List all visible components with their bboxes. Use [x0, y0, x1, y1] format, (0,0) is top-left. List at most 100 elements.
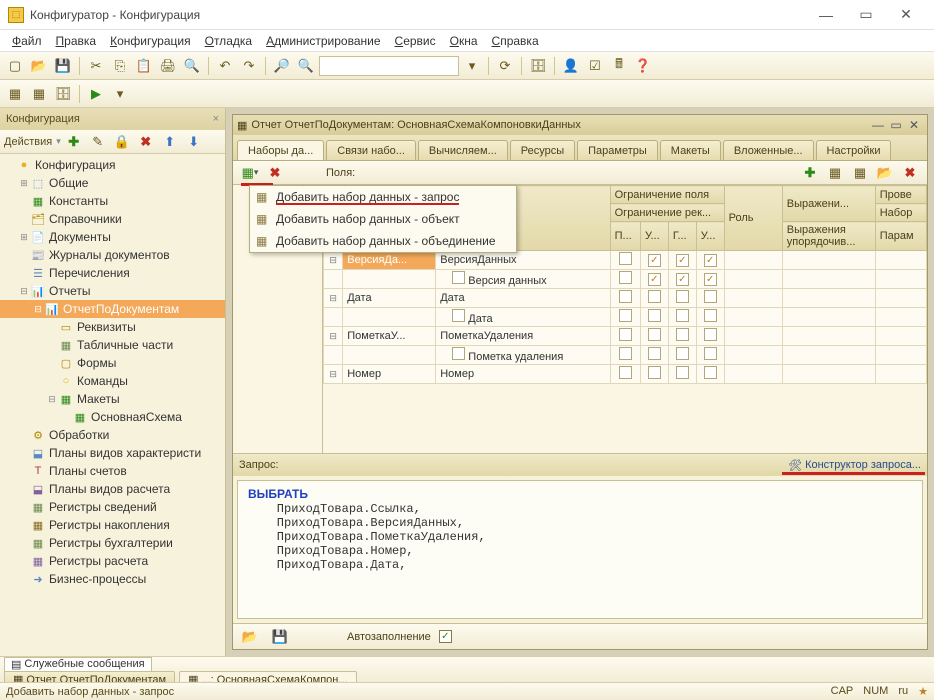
row-toggle[interactable]: ⊟	[324, 327, 343, 346]
row-name[interactable]: Дата	[343, 289, 436, 308]
tree-Табличные части[interactable]: ▦Табличные части	[0, 336, 225, 354]
chk-cell[interactable]	[696, 365, 724, 384]
run-menu-icon[interactable]: ▾	[109, 83, 131, 105]
save-icon[interactable]: 💾	[52, 55, 74, 77]
actions-label[interactable]: Действия	[4, 136, 54, 148]
chk-cell[interactable]	[610, 251, 640, 270]
syntax-icon[interactable]: ☑	[584, 55, 606, 77]
menu-Окна[interactable]: Окна	[444, 32, 484, 50]
tree-Регистры накопления[interactable]: ▦Регистры накопления	[0, 516, 225, 534]
chk-cell[interactable]	[668, 289, 696, 308]
tab-6[interactable]: Вложенные...	[723, 140, 814, 160]
tb2-2-icon[interactable]: ▦	[28, 83, 50, 105]
find-icon[interactable]: 🔍	[181, 55, 203, 77]
help-icon[interactable]: ❓	[632, 55, 654, 77]
chk-cell[interactable]	[668, 251, 696, 270]
chk-cell[interactable]	[696, 251, 724, 270]
tab-0[interactable]: Наборы да...	[237, 140, 324, 160]
tb2-1-icon[interactable]: ▦	[4, 83, 26, 105]
tab-1[interactable]: Связи набо...	[326, 140, 416, 160]
field-edit-icon[interactable]: ▦	[824, 162, 846, 184]
tree-Регистры сведений[interactable]: ▦Регистры сведений	[0, 498, 225, 516]
chk-cell[interactable]	[640, 289, 668, 308]
config-tree[interactable]: ●Конфигурация⊞⬚Общие▦Константы🗂Справочни…	[0, 154, 225, 656]
tree-Справочники[interactable]: 🗂Справочники	[0, 210, 225, 228]
chk-cell[interactable]	[610, 289, 640, 308]
user-icon[interactable]: 👤	[560, 55, 582, 77]
dropdown-icon[interactable]: ▾	[461, 55, 483, 77]
paste-icon[interactable]: 📋	[133, 55, 155, 77]
cut-icon[interactable]: ✂	[85, 55, 107, 77]
delete-icon[interactable]: ✖	[135, 131, 157, 153]
expander-icon[interactable]: ⊟	[46, 394, 58, 405]
row-disp[interactable]: ПометкаУдаления	[436, 327, 610, 346]
tree-Общие[interactable]: ⊞⬚Общие	[0, 174, 225, 192]
chk-cell[interactable]	[696, 327, 724, 346]
query-textarea[interactable]: ВЫБРАТЬ ПриходТовара.Ссылка, ПриходТовар…	[237, 480, 923, 619]
field-add-icon[interactable]: ✚	[799, 162, 821, 184]
actions-dropdown-icon[interactable]: ▾	[56, 136, 61, 147]
tree-Обработки[interactable]: ⚙Обработки	[0, 426, 225, 444]
row-disp[interactable]: Дата	[436, 289, 610, 308]
editor-max-icon[interactable]: ▭	[887, 118, 905, 132]
tree-Перечисления[interactable]: ☰Перечисления	[0, 264, 225, 282]
menu-Справка[interactable]: Справка	[486, 32, 545, 50]
chk-cell[interactable]	[640, 327, 668, 346]
tab-4[interactable]: Параметры	[577, 140, 658, 160]
row-toggle[interactable]: ⊟	[324, 365, 343, 384]
sidebar-close-icon[interactable]: ×	[213, 113, 219, 125]
tree-Команды[interactable]: ○Команды	[0, 372, 225, 390]
tree-ОсновнаяСхема[interactable]: ▦ОсновнаяСхема	[0, 408, 225, 426]
tree-ОтчетПоДокументам[interactable]: ⊟📊ОтчетПоДокументам	[0, 300, 225, 318]
row-name[interactable]: Номер	[343, 365, 436, 384]
chk-cell[interactable]	[696, 289, 724, 308]
search-input[interactable]	[319, 56, 459, 76]
row-disp[interactable]: Номер	[436, 365, 610, 384]
chk-cell[interactable]	[610, 365, 640, 384]
lock-icon[interactable]: 🔒	[111, 131, 133, 153]
open-icon[interactable]: 📂	[28, 55, 50, 77]
tab-7[interactable]: Настройки	[816, 140, 892, 160]
menu-Конфигурация[interactable]: Конфигурация	[104, 32, 197, 50]
field-folder-icon[interactable]: 📂	[874, 162, 896, 184]
expander-icon[interactable]: ⊟	[18, 286, 30, 297]
add-dataset-button[interactable]: ▦▾	[239, 162, 261, 184]
tree-Макеты[interactable]: ⊟▦Макеты	[0, 390, 225, 408]
add-icon[interactable]: ✚	[63, 131, 85, 153]
tree-Журналы документов[interactable]: 📰Журналы документов	[0, 246, 225, 264]
tree-Константы[interactable]: ▦Константы	[0, 192, 225, 210]
menu-Правка[interactable]: Правка	[50, 32, 103, 50]
close-button[interactable]: ✕	[886, 3, 926, 27]
foot-save-icon[interactable]: 💾	[269, 626, 291, 648]
tab-2[interactable]: Вычисляем...	[418, 140, 508, 160]
dd-item-2[interactable]: ▦Добавить набор данных - объединение	[250, 230, 516, 252]
row-name[interactable]: ВерсияДа...	[343, 251, 436, 270]
tab-3[interactable]: Ресурсы	[510, 140, 575, 160]
autofill-checkbox[interactable]: ✓	[439, 630, 452, 643]
redo-icon[interactable]: ↷	[238, 55, 260, 77]
query-constructor-button[interactable]: 🛠 Конструктор запроса...	[788, 459, 921, 472]
expander-icon[interactable]: ⊞	[18, 232, 30, 243]
row-toggle[interactable]: ⊟	[324, 289, 343, 308]
tree-Отчеты[interactable]: ⊟📊Отчеты	[0, 282, 225, 300]
row-sub[interactable]: Версия данных	[436, 270, 610, 289]
maximize-button[interactable]: ▭	[846, 3, 886, 27]
svc-messages-tab[interactable]: ▤ Служебные сообщения	[4, 657, 152, 672]
field-copy-icon[interactable]: ▦	[849, 162, 871, 184]
tree-Реквизиты[interactable]: ▭Реквизиты	[0, 318, 225, 336]
menu-Сервис[interactable]: Сервис	[389, 32, 442, 50]
tree-Планы счетов[interactable]: ТПланы счетов	[0, 462, 225, 480]
chk-cell[interactable]	[668, 327, 696, 346]
foot-open-icon[interactable]: 📂	[239, 626, 261, 648]
up-icon[interactable]: ⬆	[159, 131, 181, 153]
row-sub[interactable]: Дата	[436, 308, 610, 327]
tree-Регистры бухгалтерии[interactable]: ▦Регистры бухгалтерии	[0, 534, 225, 552]
remove-dataset-icon[interactable]: ✖	[264, 162, 286, 184]
tree-Формы[interactable]: ▢Формы	[0, 354, 225, 372]
row-sub[interactable]: Пометка удаления	[436, 346, 610, 365]
dd-item-1[interactable]: ▦Добавить набор данных - объект	[250, 208, 516, 230]
down-icon[interactable]: ⬇	[183, 131, 205, 153]
minimize-button[interactable]: —	[806, 3, 846, 27]
tree-Планы видов характеристи[interactable]: ⬓Планы видов характеристи	[0, 444, 225, 462]
tree-Бизнес-процессы[interactable]: ➜Бизнес-процессы	[0, 570, 225, 588]
